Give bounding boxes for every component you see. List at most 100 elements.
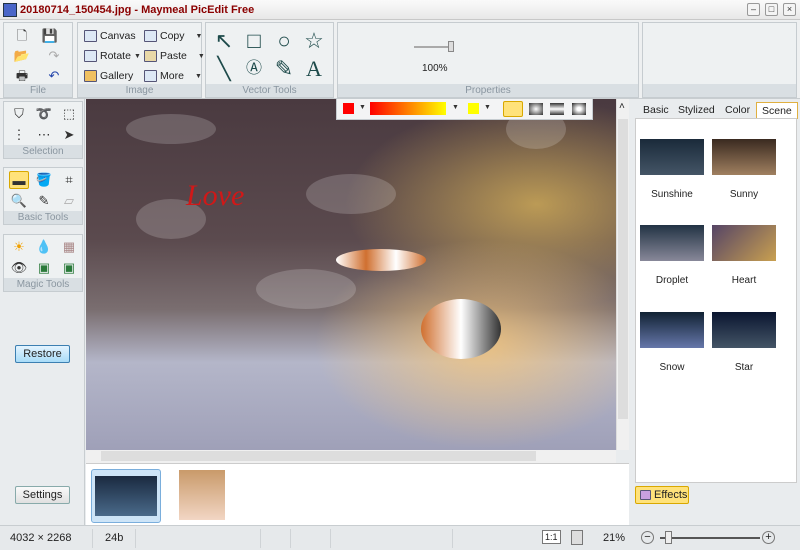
droplet-icon[interactable]: 💧 xyxy=(34,238,54,256)
crop-icon[interactable]: ⌗ xyxy=(59,171,79,189)
eraser-icon[interactable]: ▱ xyxy=(59,192,79,210)
thumbnail-strip xyxy=(86,463,629,525)
effect-sunny[interactable]: Sunny xyxy=(711,139,777,200)
close-button[interactable]: × xyxy=(783,3,796,16)
primary-color-swatch[interactable] xyxy=(343,103,354,114)
zoom-out-button[interactable]: − xyxy=(641,531,654,544)
color-balance-icon[interactable]: ▦ xyxy=(59,238,79,256)
tab-basic[interactable]: Basic xyxy=(638,102,674,119)
maximize-button[interactable]: □ xyxy=(765,3,778,16)
fit-window-icon[interactable] xyxy=(571,530,583,545)
chevron-down-icon[interactable]: ▼ xyxy=(484,104,491,111)
effect-sunshine[interactable]: Sunshine xyxy=(639,139,705,200)
bar-gradient-icon[interactable] xyxy=(550,103,564,115)
window-title: 20180714_150454.jpg - Maymeal PicEdit Fr… xyxy=(20,4,255,16)
horizontal-select-icon[interactable]: ⋯ xyxy=(34,126,54,144)
thumbnail-portrait[interactable] xyxy=(179,470,225,520)
rotate-button[interactable]: Rotate ▼ xyxy=(84,50,141,62)
tab-scene[interactable]: Scene xyxy=(756,102,798,119)
print-icon[interactable]: 🖶 xyxy=(12,67,32,85)
ellipse-tool-icon[interactable]: ○ xyxy=(270,27,298,55)
selection-label: Selection xyxy=(4,145,82,158)
effects-icon xyxy=(640,490,651,500)
minimize-button[interactable]: – xyxy=(747,3,760,16)
linear-gradient-icon[interactable] xyxy=(503,101,523,117)
gradient-tool-icon[interactable]: ▬ xyxy=(9,171,29,189)
magnifier-icon[interactable]: 🔍 xyxy=(9,192,29,210)
move-select-icon[interactable]: ➤ xyxy=(59,126,79,144)
canvas-button[interactable]: Canvas xyxy=(84,30,136,42)
paint-bucket-icon[interactable]: 🪣 xyxy=(34,171,54,189)
canvas-icon xyxy=(84,30,97,42)
secondary-color-swatch[interactable] xyxy=(468,103,479,114)
rotate-icon xyxy=(84,50,97,62)
magic-tools-label: Magic Tools xyxy=(4,278,82,291)
gradient-swatch[interactable] xyxy=(370,102,446,115)
lasso-select-icon[interactable]: ➰ xyxy=(34,105,54,123)
image-canvas[interactable]: Love xyxy=(86,99,616,450)
vertical-scrollbar[interactable] xyxy=(616,99,629,450)
chevron-down-icon[interactable]: ▼ xyxy=(359,104,366,111)
landscape-enhance-icon[interactable]: ▣ xyxy=(59,259,79,277)
undo-icon[interactable]: ↶ xyxy=(44,67,64,85)
clownfish xyxy=(421,299,501,359)
radial-gradient-icon[interactable] xyxy=(529,103,543,115)
tab-color[interactable]: Color xyxy=(720,102,755,119)
paste-button[interactable]: Paste ▼ xyxy=(144,50,205,62)
more-button[interactable]: More ▼ xyxy=(144,70,202,82)
left-toolbox: ⛉ ➰ ⬚ ⋮ ⋯ ➤ Selection ▬ 🪣 ⌗ 🔍 ✎ ▱ Basic … xyxy=(0,99,85,526)
status-bar: 4032 × 2268 24b 1:1 21% − + xyxy=(0,525,800,550)
properties-group: 100% Properties xyxy=(337,22,639,98)
callout-tool-icon[interactable]: Ⓐ xyxy=(240,55,268,83)
zoom-slider-thumb[interactable] xyxy=(665,531,672,544)
chevron-down-icon[interactable]: ▼ xyxy=(452,104,459,111)
effect-snow[interactable]: Snow xyxy=(639,312,705,373)
polygon-select-icon[interactable]: ⛉ xyxy=(9,105,29,123)
effect-heart[interactable]: Heart xyxy=(711,225,777,286)
brightness-icon[interactable]: ☀ xyxy=(9,238,29,256)
star-tool-icon[interactable]: ☆ xyxy=(300,27,328,55)
rect-select-icon[interactable]: ⬚ xyxy=(59,105,79,123)
properties-label: Properties xyxy=(338,84,638,97)
zoom-status-slider[interactable] xyxy=(660,537,760,539)
restore-button[interactable]: Restore xyxy=(15,345,70,363)
magic-tools-group: ☀ 💧 ▦ 👁 ▣ ▣ Magic Tools xyxy=(3,234,83,292)
arrow-tool-icon[interactable]: ↖ xyxy=(210,27,238,55)
scroll-thumb[interactable] xyxy=(618,119,628,419)
pencil-tool-icon[interactable]: ✎ xyxy=(270,55,298,83)
zoom-value: 100% xyxy=(422,63,448,74)
rectangle-tool-icon[interactable]: □ xyxy=(240,27,268,55)
thumbnail-selected[interactable] xyxy=(91,469,161,523)
open-folder-icon[interactable]: 📂 xyxy=(12,47,32,65)
gallery-button[interactable]: Gallery xyxy=(84,70,133,82)
scroll-thumb[interactable] xyxy=(101,451,536,461)
new-file-icon[interactable]: 🗋 xyxy=(12,27,32,45)
tab-stylized[interactable]: Stylized xyxy=(673,102,720,119)
file-group-label: File xyxy=(4,84,72,97)
text-tool-icon[interactable]: A xyxy=(300,55,328,83)
effect-star[interactable]: Star xyxy=(711,312,777,373)
save-icon[interactable]: 💾 xyxy=(40,27,60,45)
zoom-percent[interactable]: 21% xyxy=(603,532,625,544)
effects-button[interactable]: Effects xyxy=(635,486,689,504)
zoom-slider-thumb[interactable] xyxy=(448,41,454,52)
landscape-icon[interactable]: ▣ xyxy=(34,259,54,277)
title-bar: 20180714_150454.jpg - Maymeal PicEdit Fr… xyxy=(0,0,800,20)
redo-icon[interactable]: ↷ xyxy=(44,47,64,65)
gradient-properties-toolbar: ▼ ▼ ▼ xyxy=(336,98,593,120)
red-eye-icon[interactable]: 👁 xyxy=(9,259,29,277)
collapse-ribbon-icon[interactable]: ˄ xyxy=(619,101,625,112)
zoom-in-button[interactable]: + xyxy=(762,531,775,544)
effect-droplet[interactable]: Droplet xyxy=(639,225,705,286)
clownfish xyxy=(336,249,426,271)
settings-button[interactable]: Settings xyxy=(15,486,70,504)
copy-button[interactable]: Copy ▼ xyxy=(144,30,202,42)
vertical-select-icon[interactable]: ⋮ xyxy=(9,126,29,144)
horizontal-scrollbar[interactable] xyxy=(86,450,616,463)
scene-effects-list: Sunshine Sunny Droplet Heart Snow Star xyxy=(635,118,797,483)
actual-size-button[interactable]: 1:1 xyxy=(542,530,561,544)
brush-icon[interactable]: ✎ xyxy=(34,192,54,210)
drawn-love-scribble: Love xyxy=(186,179,245,212)
diamond-gradient-icon[interactable] xyxy=(572,103,586,115)
line-tool-icon[interactable]: ╲ xyxy=(210,55,238,83)
